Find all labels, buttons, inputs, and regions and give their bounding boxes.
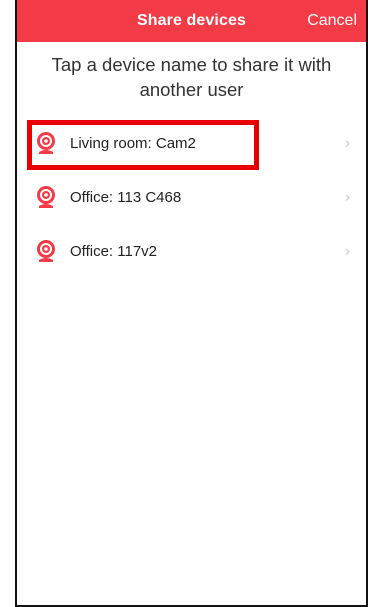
chevron-right-icon: › <box>345 242 350 260</box>
instructions-text: Tap a device name to share it with anoth… <box>51 54 332 100</box>
page-title: Share devices <box>137 12 246 29</box>
cancel-button[interactable]: Cancel <box>307 12 357 30</box>
app-screen: Share devices Cancel Tap a device name t… <box>15 0 368 607</box>
webcam-icon <box>34 185 58 209</box>
device-label: Office: 113 C468 <box>70 188 182 206</box>
webcam-icon <box>34 239 58 263</box>
device-label: Living room: Cam2 <box>70 134 196 152</box>
device-row-office-113-c468[interactable]: Office: 113 C468 › <box>17 170 366 224</box>
device-list: Living room: Cam2 › Office: 113 C468 › O… <box>17 116 366 278</box>
device-row-living-room-cam2[interactable]: Living room: Cam2 › <box>17 116 366 170</box>
chevron-right-icon: › <box>345 188 350 206</box>
webcam-icon <box>34 131 58 155</box>
device-label: Office: 117v2 <box>70 242 157 260</box>
device-row-office-117v2[interactable]: Office: 117v2 › <box>17 224 366 278</box>
chevron-right-icon: › <box>345 134 350 152</box>
nav-bar: Share devices Cancel <box>17 0 366 42</box>
